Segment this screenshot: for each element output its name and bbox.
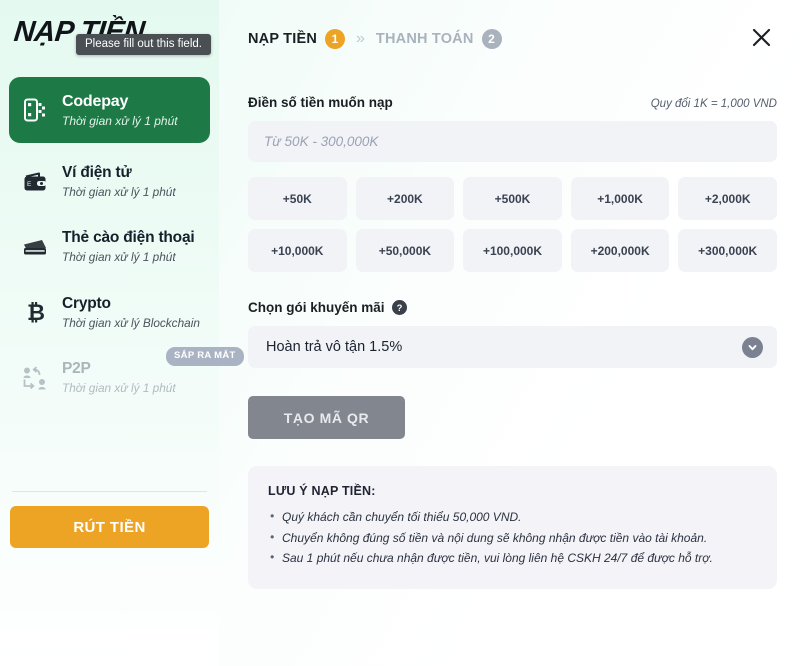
quick-amount-grid: +50K +200K +500K +1,000K +2,000K +10,000… (248, 177, 777, 272)
sidebar-item-subtitle: Thời gian xử lý 1 phút (62, 380, 176, 395)
promo-selected-value: Hoàn trả vô tận 1.5% (266, 339, 403, 355)
card-icon (21, 233, 49, 261)
quick-amount-button[interactable]: +50K (248, 177, 347, 220)
notes-title: LƯU Ý NẠP TIỀN: (268, 484, 376, 498)
brand-header: NẠP TIỀN Please fill out this field. (0, 0, 219, 59)
sidebar-item-p2p[interactable]: SẮP RA MẮT P2P Thời gian xử lý 1 phút (9, 347, 244, 408)
sidebar-item-the-cao-dien-thoai[interactable]: Thẻ cào điện thoại Thời gian xử lý 1 phú… (9, 216, 210, 277)
promo-section-header: Chọn gói khuyến mãi ? (248, 300, 777, 315)
help-circle-icon[interactable]: ? (391, 300, 407, 315)
step-number: 1 (325, 29, 346, 49)
sidebar-item-label: Crypto (62, 294, 111, 312)
deposit-modal: NẠP TIỀN Please fill out this field. Cod… (0, 0, 800, 666)
sidebar-divider (12, 491, 207, 492)
svg-text:₿: ₿ (27, 300, 45, 325)
p2p-transfer-icon (21, 364, 49, 392)
step-nap-tien[interactable]: NẠP TIỀN 1 (248, 29, 346, 49)
promo-section-title: Chọn gói khuyến mãi (248, 300, 385, 315)
sidebar-item-label: P2P (62, 360, 91, 378)
quick-amount-button[interactable]: +50,000K (355, 229, 455, 272)
sidebar-item-subtitle: Thời gian xử lý 1 phút (62, 113, 178, 128)
quick-amount-button[interactable]: +1,000K (570, 177, 670, 220)
sidebar-item-codepay[interactable]: Codepay Thời gian xử lý 1 phút (9, 77, 210, 144)
bitcoin-icon: ₿ (21, 298, 49, 326)
amount-input[interactable] (248, 121, 777, 162)
generate-qr-button[interactable]: TẠO MÃ QR (248, 396, 405, 439)
svg-text:E: E (27, 181, 32, 188)
sidebar-item-vi-dien-tu[interactable]: E Ví điện tử Thời gian xử lý 1 phút (9, 151, 210, 212)
quick-amount-button[interactable]: +10,000K (248, 229, 347, 272)
payment-method-list: Codepay Thời gian xử lý 1 phút E Ví điện… (0, 59, 244, 412)
payment-method-sidebar: NẠP TIỀN Please fill out this field. Cod… (0, 0, 244, 666)
quick-amount-button[interactable]: +500K (463, 177, 562, 220)
svg-text:?: ? (396, 303, 402, 314)
list-item: Chuyển không đúng số tiền và nội dung sẽ… (268, 527, 757, 549)
deposit-main-panel: NẠP TIỀN 1 » THANH TOÁN 2 Điền số tiền m… (219, 0, 800, 666)
sidebar-item-subtitle: Thời gian xử lý Blockchain (62, 315, 200, 330)
chevron-down-icon[interactable] (742, 336, 763, 358)
sidebar-item-label: Codepay (62, 93, 129, 110)
quick-amount-button[interactable]: +100,000K (463, 229, 562, 272)
promo-select[interactable]: Hoàn trả vô tận 1.5% (248, 326, 777, 368)
amount-section-header: Điền số tiền muốn nạp Quy đổi 1K = 1,000… (248, 95, 777, 110)
notes-list: Quý khách cần chuyển tối thiểu 50,000 VN… (268, 506, 757, 569)
sidebar-item-label: Ví điện tử (62, 164, 132, 182)
close-icon[interactable] (746, 22, 776, 52)
list-item: Quý khách cần chuyển tối thiểu 50,000 VN… (268, 506, 757, 528)
quick-amount-button[interactable]: +200,000K (570, 229, 670, 272)
step-separator-icon: » (356, 30, 365, 47)
sidebar-item-subtitle: Thời gian xử lý 1 phút (62, 250, 176, 265)
validation-tooltip: Please fill out this field. (76, 34, 211, 55)
wallet-icon: E (21, 168, 49, 196)
step-number: 2 (481, 29, 502, 49)
step-indicator: NẠP TIỀN 1 » THANH TOÁN 2 (248, 21, 777, 57)
list-item: Sau 1 phút nếu chưa nhận được tiền, vui … (268, 547, 757, 569)
step-thanh-toan[interactable]: THANH TOÁN 2 (376, 29, 502, 49)
withdraw-button[interactable]: RÚT TIỀN (10, 506, 209, 548)
sidebar-item-subtitle: Thời gian xử lý 1 phút (62, 185, 176, 200)
quick-amount-button[interactable]: +300,000K (678, 229, 777, 272)
codepay-qr-icon (21, 96, 49, 124)
quick-amount-button[interactable]: +200K (355, 177, 455, 220)
sidebar-item-label: Thẻ cào điện thoại (62, 229, 195, 247)
quick-amount-button[interactable]: +2,000K (678, 177, 777, 220)
amount-section-title: Điền số tiền muốn nạp (248, 95, 393, 110)
step-label: NẠP TIỀN (248, 31, 318, 47)
conversion-rate-note: Quy đổi 1K = 1,000 VND (650, 98, 777, 110)
step-label: THANH TOÁN (375, 31, 474, 47)
deposit-notes-panel: LƯU Ý NẠP TIỀN: Quý khách cần chuyển tối… (248, 466, 777, 589)
sidebar-item-crypto[interactable]: ₿ Crypto Thời gian xử lý Blockchain (9, 282, 210, 343)
